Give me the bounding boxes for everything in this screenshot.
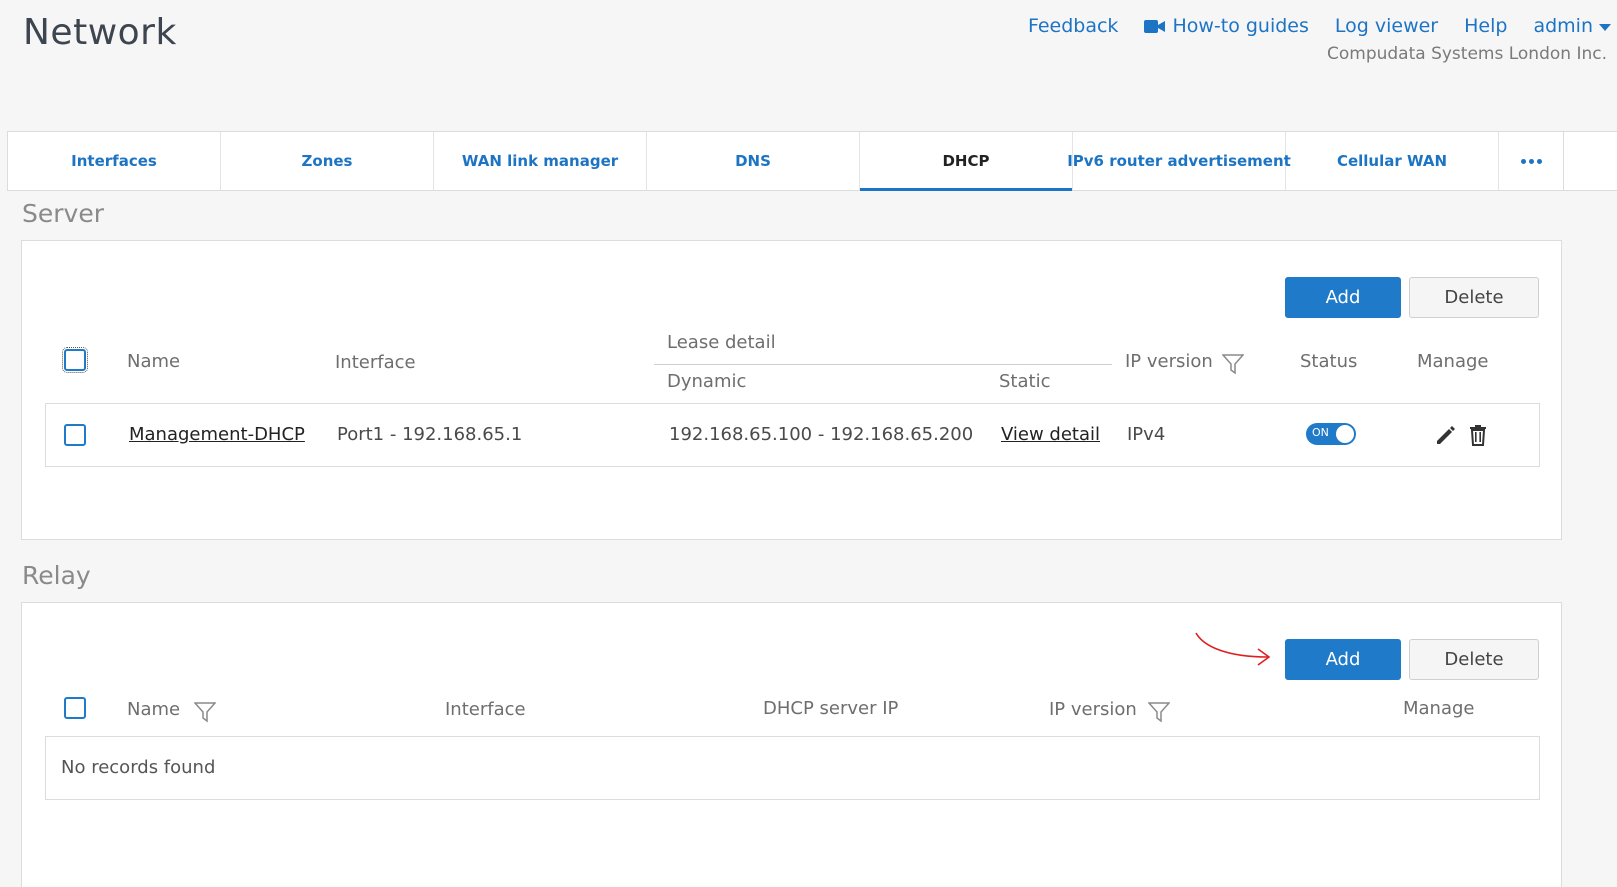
more-dots-icon [1520,158,1542,164]
empty-records-row: No records found [45,736,1540,800]
relay-section-title: Relay [22,561,91,590]
server-section-title: Server [22,199,104,228]
toggle-on-label: ON [1312,426,1329,439]
server-interface-cell: Port1 - 192.168.65.1 [337,424,523,445]
lease-detail-divider [654,364,1112,365]
tab-bar: Interfaces Zones WAN link manager DNS DH… [7,131,1617,191]
tab-cellular-wan[interactable]: Cellular WAN [1286,132,1499,190]
page-title: Network [23,12,177,53]
relay-delete-button[interactable]: Delete [1409,639,1539,680]
howto-guides-link[interactable]: How-to guides [1144,15,1309,37]
caret-down-icon [1599,15,1611,37]
server-col-name: Name [127,351,181,372]
toggle-knob [1336,425,1354,443]
server-delete-button[interactable]: Delete [1409,277,1539,318]
relay-ip-version-filter-icon[interactable] [1148,701,1170,723]
relay-add-button[interactable]: Add [1285,639,1401,680]
admin-menu[interactable]: admin [1533,15,1611,37]
server-select-all-checkbox[interactable] [62,347,88,373]
server-add-button[interactable]: Add [1285,277,1401,318]
server-ip-version-cell: IPv4 [1127,424,1166,445]
ip-version-filter-icon[interactable] [1222,353,1244,375]
relay-col-interface: Interface [445,699,526,720]
help-link[interactable]: Help [1464,15,1507,37]
no-records-text: No records found [61,757,216,778]
table-row: Management-DHCP Port1 - 192.168.65.1 192… [45,403,1540,467]
server-col-lease-detail: Lease detail [667,332,776,353]
server-col-ip-version: IP version [1125,351,1213,372]
howto-guides-label: How-to guides [1172,15,1309,37]
feedback-link[interactable]: Feedback [1028,15,1118,37]
server-panel: Add Delete Name Interface Lease detail D… [21,240,1562,540]
server-col-dynamic: Dynamic [667,371,747,392]
annotation-arrow-icon [1195,632,1271,666]
row-checkbox[interactable] [64,424,86,446]
server-col-interface: Interface [335,352,416,373]
tab-wan-link-manager[interactable]: WAN link manager [434,132,647,190]
status-toggle[interactable]: ON [1306,423,1356,445]
edit-pencil-icon[interactable] [1433,423,1457,447]
delete-trash-icon[interactable] [1466,423,1490,447]
company-name: Compudata Systems London Inc. [1326,44,1607,64]
log-viewer-link[interactable]: Log viewer [1335,15,1438,37]
tab-zones[interactable]: Zones [221,132,434,190]
admin-label: admin [1533,15,1593,37]
tab-dhcp[interactable]: DHCP [860,132,1073,191]
server-name-link[interactable]: Management-DHCP [129,424,305,445]
relay-select-all-checkbox[interactable] [64,697,86,719]
name-filter-icon[interactable] [194,701,216,723]
tab-ipv6-router-advertisement[interactable]: IPv6 router advertisement [1067,132,1291,190]
top-links: Feedback How-to guides Log viewer Help a… [1028,15,1611,37]
relay-col-ip-version: IP version [1049,699,1137,720]
relay-panel: Add Delete Name Interface DHCP server IP… [21,602,1562,887]
server-col-manage: Manage [1417,351,1489,372]
server-col-status: Status [1300,351,1358,372]
tab-interfaces[interactable]: Interfaces [8,132,221,190]
server-col-static: Static [999,371,1051,392]
relay-col-dhcp-server-ip: DHCP server IP [763,698,899,719]
video-camera-icon [1144,19,1166,34]
tab-dns[interactable]: DNS [647,132,860,190]
relay-col-manage: Manage [1403,698,1475,719]
view-detail-link[interactable]: View detail [1001,424,1100,445]
relay-col-name: Name [127,699,181,720]
more-tabs-button[interactable] [1499,132,1564,190]
server-dynamic-cell: 192.168.65.100 - 192.168.65.200 [669,424,974,445]
